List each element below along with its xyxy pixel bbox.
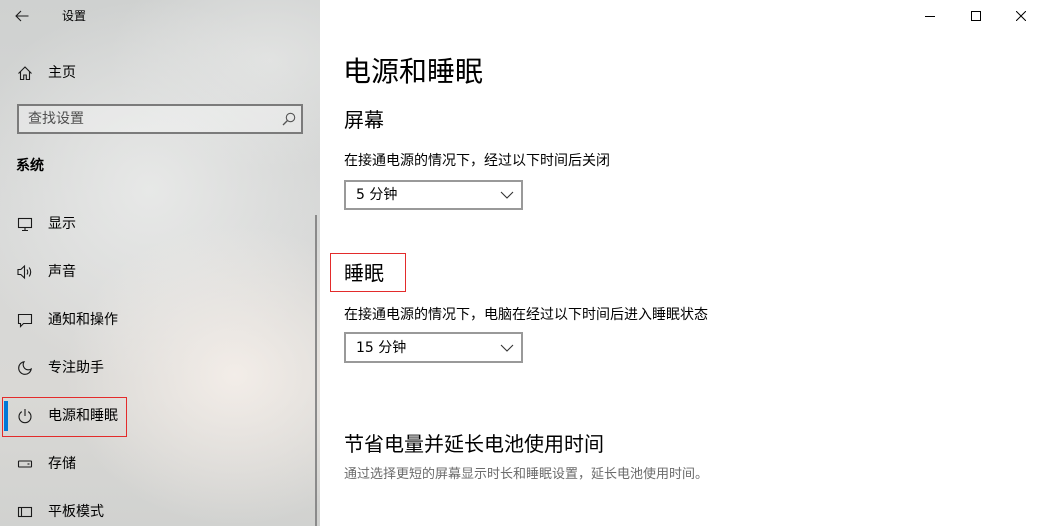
window-title: 设置 [62, 9, 87, 23]
maximize-icon [971, 11, 981, 21]
sidebar-scrollbar[interactable] [315, 215, 317, 526]
page-title: 电源和睡眠 [343, 55, 484, 88]
annotation-highlight-box [330, 253, 406, 292]
chevron-down-icon [500, 191, 514, 199]
monitor-icon [17, 216, 33, 232]
sidebar: 设置 主页 系统 显示 声音 通知和操作 [0, 0, 320, 526]
sidebar-item-label: 平板模式 [48, 504, 104, 520]
home-link[interactable]: 主页 [0, 49, 316, 97]
moon-icon [17, 360, 33, 376]
sidebar-item-tablet-mode[interactable]: 平板模式 [0, 488, 316, 526]
section-title: 系统 [16, 158, 44, 174]
screen-description: 在接通电源的情况下，经过以下时间后关闭 [344, 153, 610, 169]
home-label: 主页 [48, 65, 76, 81]
battery-description: 通过选择更短的屏幕显示时长和睡眠设置，延长电池使用时间。 [344, 467, 709, 482]
sidebar-item-label: 声音 [48, 264, 76, 280]
chevron-down-icon [500, 344, 514, 352]
sidebar-item-label: 显示 [48, 216, 76, 232]
sidebar-item-storage[interactable]: 存储 [0, 440, 316, 488]
sleep-timeout-value: 15 分钟 [356, 339, 407, 356]
home-icon [17, 65, 33, 81]
tablet-icon [17, 504, 33, 520]
sidebar-item-label: 专注助手 [48, 360, 104, 376]
search-box[interactable] [17, 104, 303, 134]
screen-heading: 屏幕 [344, 108, 384, 132]
minimize-icon [925, 16, 935, 17]
sidebar-item-label: 存储 [48, 456, 76, 472]
battery-heading: 节省电量并延长电池使用时间 [344, 432, 604, 456]
back-arrow-icon [15, 10, 29, 22]
search-icon[interactable] [282, 112, 296, 126]
back-button[interactable] [0, 0, 44, 32]
screen-timeout-value: 5 分钟 [356, 187, 398, 203]
annotation-highlight-box [2, 397, 127, 437]
sidebar-item-sound[interactable]: 声音 [0, 248, 316, 296]
hard-drive-icon [17, 456, 33, 472]
screen-timeout-dropdown[interactable]: 5 分钟 [344, 180, 523, 210]
sidebar-item-focus-assist[interactable]: 专注助手 [0, 344, 316, 392]
sidebar-item-label: 通知和操作 [48, 312, 118, 328]
main-content: 电源和睡眠 屏幕 在接通电源的情况下，经过以下时间后关闭 5 分钟 睡眠 在接通… [320, 0, 1045, 526]
speaker-icon [17, 264, 33, 280]
message-icon [17, 312, 33, 328]
close-icon [1016, 11, 1026, 21]
minimize-button[interactable] [907, 0, 953, 32]
search-input[interactable] [28, 108, 282, 130]
close-button[interactable] [998, 0, 1044, 32]
sleep-timeout-dropdown[interactable]: 15 分钟 [344, 332, 523, 363]
maximize-button[interactable] [953, 0, 999, 32]
sleep-description: 在接通电源的情况下，电脑在经过以下时间后进入睡眠状态 [344, 307, 708, 323]
sidebar-item-notifications[interactable]: 通知和操作 [0, 296, 316, 344]
sidebar-item-display[interactable]: 显示 [0, 200, 316, 248]
